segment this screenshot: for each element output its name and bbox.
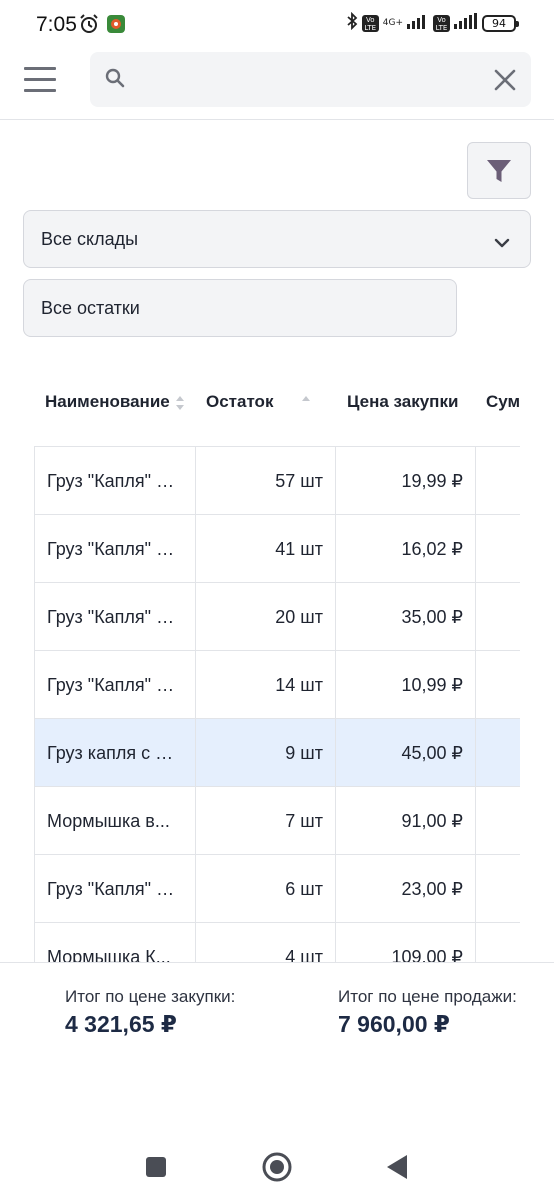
- cell-sum: [476, 855, 520, 923]
- cell-name: Груз "Капля" с ...: [34, 855, 196, 923]
- network-type-label: 4G+: [382, 18, 403, 28]
- cell-name: Груз капля с в...: [34, 719, 196, 787]
- cell-sum: [476, 583, 520, 651]
- item-name: Груз "Капля" с ...: [47, 674, 175, 695]
- stock-table[interactable]: Наименование Остаток Цена закупки Сумма …: [34, 370, 520, 962]
- back-triangle-icon: [387, 1155, 407, 1179]
- column-header-name[interactable]: Наименование: [45, 392, 170, 412]
- cell-sum: [476, 923, 520, 962]
- cell-qty: 14 шт: [196, 651, 336, 719]
- item-name: Груз капля с в...: [47, 742, 175, 763]
- cell-qty: 4 шт: [196, 923, 336, 962]
- table-row[interactable]: Груз "Капля" с ... 41 шт 16,02 ₽: [34, 514, 520, 583]
- status-bar: 7:05 Vo LTE 4G+ Vo LTE 94: [0, 0, 554, 50]
- home-circle-icon: [262, 1152, 292, 1182]
- item-name: Мормышка К...: [47, 946, 171, 963]
- cell-sum: [476, 651, 520, 719]
- column-header-sum[interactable]: Сумма: [486, 392, 520, 412]
- cell-name: Мормышка в...: [34, 787, 196, 855]
- cell-qty: 20 шт: [196, 583, 336, 651]
- cell-price: 91,00 ₽: [336, 787, 476, 855]
- square-icon: [146, 1157, 166, 1177]
- totals-footer: Итог по цене закупки: 4 321,65 ₽ Итог по…: [0, 962, 554, 1072]
- cell-sum: [476, 787, 520, 855]
- cell-sum: [476, 515, 520, 583]
- purchase-total-value: 4 321,65 ₽: [65, 1011, 177, 1037]
- sort-asc-icon[interactable]: [300, 394, 312, 417]
- cell-name: Груз "Капля" с ...: [34, 583, 196, 651]
- status-time: 7:05: [36, 13, 77, 36]
- cell-name: Груз "Капля" с ...: [34, 515, 196, 583]
- warehouse-select[interactable]: Все склады: [23, 210, 531, 268]
- stock-select-label: Все остатки: [41, 297, 140, 318]
- filter-button[interactable]: [467, 142, 531, 199]
- search-icon: [104, 67, 126, 94]
- clear-search-button[interactable]: [493, 68, 517, 92]
- back-button[interactable]: [386, 1154, 408, 1185]
- search-bar: [90, 52, 531, 107]
- status-indicators: Vo LTE 4G+ Vo LTE 94: [346, 11, 519, 35]
- cell-price: 23,00 ₽: [336, 855, 476, 923]
- warehouse-select-label: Все склады: [41, 228, 139, 249]
- column-header-price[interactable]: Цена закупки: [347, 392, 458, 412]
- app-header: [0, 50, 554, 120]
- cell-price: 45,00 ₽: [336, 719, 476, 787]
- cell-price: 19,99 ₽: [336, 447, 476, 515]
- signal-icon: [407, 13, 429, 34]
- column-header-qty[interactable]: Остаток: [206, 392, 273, 412]
- cell-name: Груз "Капля" с ...: [34, 651, 196, 719]
- filter-icon: [487, 159, 511, 182]
- cell-sum: [476, 447, 520, 515]
- alarm-icon: [79, 14, 99, 39]
- close-icon: [494, 69, 516, 91]
- cell-price: 10,99 ₽: [336, 651, 476, 719]
- bluetooth-icon: [346, 11, 358, 35]
- cell-qty: 41 шт: [196, 515, 336, 583]
- item-name: Груз "Капля" с ...: [47, 878, 175, 899]
- system-nav-bar: [0, 1130, 554, 1200]
- table-row[interactable]: Мормышка К... 4 шт 109,00 ₽: [34, 922, 520, 962]
- app-notification-icon: [106, 14, 126, 39]
- table-row[interactable]: Груз "Капля" с ... 57 шт 19,99 ₽: [34, 446, 520, 515]
- table-header: Наименование Остаток Цена закупки Сумма: [34, 370, 520, 436]
- cell-price: 109,00 ₽: [336, 923, 476, 962]
- search-input[interactable]: [138, 62, 478, 98]
- menu-button[interactable]: [22, 65, 58, 95]
- volte-icon-2: Vo LTE: [433, 15, 450, 32]
- menu-icon: [24, 67, 56, 70]
- item-name: Груз "Капля" с ...: [47, 606, 175, 627]
- table-row[interactable]: Груз "Капля" с ... 14 шт 10,99 ₽: [34, 650, 520, 719]
- table-body: Груз "Капля" с ... 57 шт 19,99 ₽ Груз "Капл…: [34, 446, 520, 962]
- sort-icon[interactable]: [174, 394, 186, 417]
- volte-icon: Vo LTE: [361, 15, 379, 32]
- item-name: Груз "Капля" с ...: [47, 470, 175, 491]
- item-name: Мормышка в...: [47, 810, 170, 831]
- home-button[interactable]: [261, 1151, 293, 1188]
- sale-total-value: 7 960,00 ₽: [338, 1011, 450, 1037]
- cell-price: 35,00 ₽: [336, 583, 476, 651]
- cell-qty: 7 шт: [196, 787, 336, 855]
- chevron-down-icon: [494, 233, 510, 254]
- table-row[interactable]: Груз "Капля" с ... 6 шт 23,00 ₽: [34, 854, 520, 923]
- table-row[interactable]: Груз "Капля" с ... 20 шт 35,00 ₽: [34, 582, 520, 651]
- item-name: Груз "Капля" с ...: [47, 538, 175, 559]
- signal-icon-2: [454, 13, 478, 34]
- purchase-total-label: Итог по цене закупки:: [65, 987, 236, 1006]
- table-row[interactable]: Груз капля с в... 9 шт 45,00 ₽: [34, 718, 520, 787]
- cell-qty: 9 шт: [196, 719, 336, 787]
- cell-qty: 6 шт: [196, 855, 336, 923]
- battery-icon: 94: [482, 15, 519, 32]
- cell-qty: 57 шт: [196, 447, 336, 515]
- cell-sum: [476, 719, 520, 787]
- recent-apps-button[interactable]: [145, 1156, 167, 1183]
- sale-total-label: Итог по цене продажи:: [338, 987, 517, 1006]
- cell-price: 16,02 ₽: [336, 515, 476, 583]
- table-row[interactable]: Мормышка в... 7 шт 91,00 ₽: [34, 786, 520, 855]
- cell-name: Груз "Капля" с ...: [34, 447, 196, 515]
- stock-select[interactable]: Все остатки: [23, 279, 457, 337]
- cell-name: Мормышка К...: [34, 923, 196, 962]
